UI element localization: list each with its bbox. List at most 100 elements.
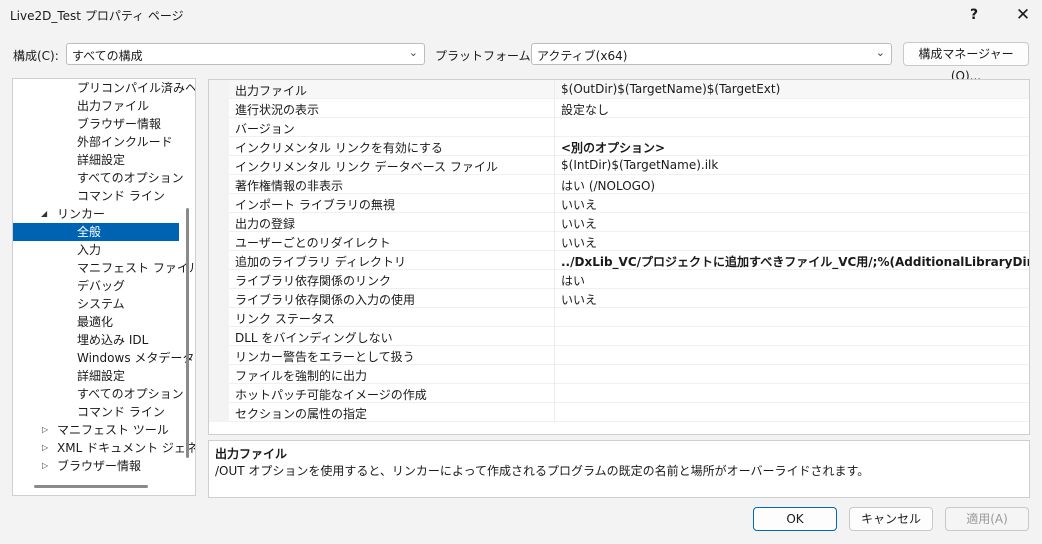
window-title: Live2D_Test プロパティ ページ	[10, 9, 184, 23]
tree-item[interactable]: コマンド ライン	[13, 187, 183, 205]
tree-vertical-scrollbar[interactable]	[186, 208, 189, 458]
property-value[interactable]: いいえ	[561, 234, 597, 251]
tree-item-label: 全般	[77, 225, 102, 239]
tree-item[interactable]: システム	[13, 295, 183, 313]
property-row[interactable]: バージョン	[209, 118, 1029, 137]
tree-item[interactable]: 詳細設定	[13, 367, 183, 385]
property-row[interactable]: 出力の登録 いいえ	[209, 213, 1029, 232]
property-value[interactable]: ../DxLib_VC/プロジェクトに追加すべきファイル_VC用/;%(Addi…	[561, 253, 1029, 270]
tree-horizontal-scrollbar[interactable]	[34, 485, 148, 488]
tree-item-label: システム	[77, 297, 125, 311]
tree-item-label: 最適化	[77, 315, 114, 329]
tree-item-label: プリコンパイル済みヘッ	[77, 81, 196, 95]
row-gutter	[209, 308, 229, 327]
tree-item[interactable]: プリコンパイル済みヘッ	[13, 79, 195, 97]
collapsed-twisty-icon[interactable]: ▷	[42, 421, 48, 439]
tree-item[interactable]: デバッグ	[13, 277, 183, 295]
property-row[interactable]: ファイルを強制的に出力	[209, 365, 1029, 384]
tree-item[interactable]: コマンド ライン	[13, 403, 183, 421]
property-row[interactable]: インクリメンタル リンク データベース ファイル $(IntDir)$(Targe…	[209, 156, 1029, 175]
property-row[interactable]: ユーザーごとのリダイレクト いいえ	[209, 232, 1029, 251]
tree-item[interactable]: 外部インクルード	[13, 133, 183, 151]
configuration-manager-button[interactable]: 構成マネージャー(O)...	[903, 42, 1029, 83]
tree-item[interactable]: マニフェスト ファイル	[13, 259, 195, 277]
tree-item[interactable]: 詳細設定	[13, 151, 183, 169]
row-gutter	[209, 270, 229, 289]
property-value[interactable]: いいえ	[561, 196, 597, 213]
tree-item-label: コマンド ライン	[77, 189, 165, 203]
property-row[interactable]: リンカー警告をエラーとして扱う	[209, 346, 1029, 365]
tree-item[interactable]: すべてのオプション	[13, 385, 184, 403]
property-name: ユーザーごとのリダイレクト	[235, 236, 391, 250]
property-name: バージョン	[235, 122, 295, 136]
expanded-twisty-icon[interactable]: ◢	[41, 205, 47, 223]
property-row[interactable]: セクションの属性の指定	[209, 403, 1029, 422]
column-separator	[554, 118, 555, 137]
collapsed-twisty-icon[interactable]: ▷	[42, 439, 48, 457]
tree-item-label: すべてのオプション	[77, 171, 184, 185]
tree-item[interactable]: Windows メタデータ	[13, 349, 194, 367]
column-separator	[554, 137, 555, 156]
configuration-value: すべての構成	[72, 49, 143, 63]
row-gutter	[209, 137, 229, 156]
tree-item[interactable]: ◢ リンカー	[13, 205, 183, 223]
tree-item[interactable]: 全般	[13, 223, 179, 241]
column-separator	[554, 403, 555, 422]
property-row[interactable]: DLL をバインディングしない	[209, 327, 1029, 346]
property-value[interactable]: はい	[561, 272, 585, 289]
property-row[interactable]: 著作権情報の非表示 はい (/NOLOGO)	[209, 175, 1029, 194]
column-separator	[554, 308, 555, 327]
property-name: ホットパッチ可能なイメージの作成	[235, 388, 427, 402]
property-value[interactable]: いいえ	[561, 215, 597, 232]
property-row[interactable]: 追加のライブラリ ディレクトリ ../DxLib_VC/プロジェクトに追加すべきフ…	[209, 251, 1029, 270]
help-button[interactable]: ?	[960, 0, 988, 32]
property-name: インポート ライブラリの無視	[235, 198, 395, 212]
column-separator	[554, 289, 555, 308]
column-separator	[554, 194, 555, 213]
tree-item-label: ブラウザー情報	[77, 117, 162, 131]
column-separator	[554, 270, 555, 289]
property-row[interactable]: ライブラリ依存関係の入力の使用 いいえ	[209, 289, 1029, 308]
tree-item[interactable]: 最適化	[13, 313, 183, 331]
column-separator	[554, 251, 555, 270]
property-value[interactable]: $(OutDir)$(TargetName)$(TargetExt)	[561, 82, 780, 96]
row-gutter	[209, 232, 229, 251]
property-row[interactable]: ホットパッチ可能なイメージの作成	[209, 384, 1029, 403]
property-value[interactable]: $(IntDir)$(TargetName).ilk	[561, 158, 718, 172]
cancel-button[interactable]: キャンセル	[849, 507, 933, 531]
property-value[interactable]: いいえ	[561, 291, 597, 308]
property-row[interactable]: インポート ライブラリの無視 いいえ	[209, 194, 1029, 213]
tree-item[interactable]: 埋め込み IDL	[13, 331, 183, 349]
close-button[interactable]: ✕	[1004, 0, 1042, 32]
tree-item[interactable]: すべてのオプション	[13, 169, 184, 187]
apply-button[interactable]: 適用(A)	[945, 507, 1029, 531]
tree-item[interactable]: 出力ファイル	[13, 97, 183, 115]
tree-item[interactable]: ▷ マニフェスト ツール	[13, 421, 183, 439]
property-row[interactable]: ライブラリ依存関係のリンク はい	[209, 270, 1029, 289]
row-gutter	[209, 346, 229, 365]
tree-item[interactable]: 入力	[13, 241, 183, 259]
platform-select[interactable]: アクティブ(x64) ⌄	[531, 43, 892, 65]
ok-button[interactable]: OK	[753, 507, 837, 531]
tree-item[interactable]: ブラウザー情報	[13, 115, 183, 133]
property-name: ライブラリ依存関係の入力の使用	[235, 293, 416, 307]
row-gutter	[209, 194, 229, 213]
row-gutter	[209, 365, 229, 384]
tree-item-label: XML ドキュメント ジェネレー	[57, 441, 195, 455]
property-row[interactable]: インクリメンタル リンクを有効にする <別のオプション>	[209, 137, 1029, 156]
property-tree[interactable]: プリコンパイル済みヘッ 出力ファイル ブラウザー情報 外部インクルード 詳細設定 すべての…	[12, 78, 196, 496]
property-name: 追加のライブラリ ディレクトリ	[235, 255, 406, 269]
tree-item[interactable]: ▷ ブラウザー情報	[13, 457, 183, 475]
configuration-select[interactable]: すべての構成 ⌄	[66, 43, 425, 65]
property-name: 著作権情報の非表示	[235, 179, 344, 193]
property-row[interactable]: リンク ステータス	[209, 308, 1029, 327]
property-value[interactable]: <別のオプション>	[561, 139, 665, 156]
collapsed-twisty-icon[interactable]: ▷	[42, 457, 48, 475]
property-value[interactable]: はい (/NOLOGO)	[561, 177, 655, 194]
property-value[interactable]: 設定なし	[561, 101, 609, 118]
property-row[interactable]: 出力ファイル $(OutDir)$(TargetName)$(TargetExt)	[209, 80, 1029, 99]
column-separator	[554, 365, 555, 384]
tree-item-label: デバッグ	[77, 279, 126, 293]
tree-item[interactable]: ▷ XML ドキュメント ジェネレー	[13, 439, 195, 457]
property-row[interactable]: 進行状況の表示 設定なし	[209, 99, 1029, 118]
